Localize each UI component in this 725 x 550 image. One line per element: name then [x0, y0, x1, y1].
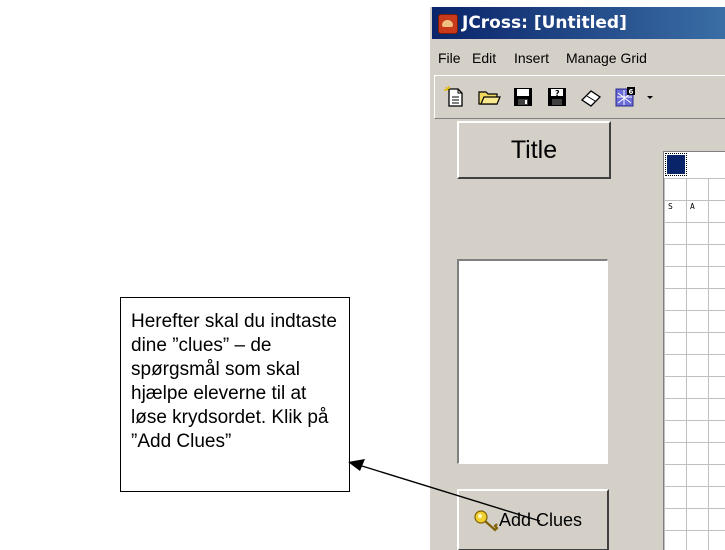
menu-manage-grid[interactable]: Manage Grid — [566, 50, 647, 66]
jcross-window: JCross: [Untitled] File Edit Insert Mana… — [430, 7, 725, 550]
window-title: JCross: [Untitled] — [462, 13, 627, 33]
open-folder-icon[interactable] — [477, 85, 501, 109]
app-icon[interactable] — [438, 14, 458, 34]
clue-text-box[interactable] — [457, 259, 608, 464]
overflow-icon — [647, 96, 653, 99]
selected-cell[interactable] — [665, 153, 687, 176]
svg-text:?: ? — [555, 89, 560, 98]
eraser-icon[interactable] — [579, 85, 603, 109]
annotation-callout: Herefter skal du indtaste dine ”clues” –… — [120, 297, 350, 492]
menu-insert[interactable]: Insert — [514, 50, 549, 66]
toolbar: ? 6 — [434, 75, 725, 119]
menu-edit[interactable]: Edit — [472, 50, 496, 66]
callout-line: spørgsmål som skal — [131, 359, 300, 380]
save-as-icon[interactable]: ? — [545, 85, 569, 109]
callout-line: dine ”clues” – de — [131, 335, 272, 356]
export-web-icon[interactable]: 6 — [613, 85, 637, 109]
add-clues-label: Add Clues — [499, 510, 583, 530]
save-icon[interactable] — [511, 85, 535, 109]
grid-lines — [664, 178, 725, 550]
menu-bar: File Edit Insert Manage Grid — [432, 39, 725, 73]
callout-line: Herefter skal du indtaste — [131, 311, 337, 332]
callout-line: hjælpe eleverne til at — [131, 383, 307, 404]
callout-line: løse krydsordet. Klik på — [131, 407, 329, 428]
grid-cell-letter[interactable]: S — [668, 202, 673, 211]
grid-cell-letter[interactable]: A — [690, 202, 695, 211]
svg-text:6: 6 — [629, 88, 634, 96]
menu-file[interactable]: File — [438, 50, 461, 66]
crossword-grid[interactable]: S A — [663, 151, 725, 550]
callout-line: ”Add Clues” — [131, 431, 232, 452]
title-button[interactable]: Title — [457, 121, 611, 179]
add-clues-button[interactable]: Add Clues — [457, 489, 609, 550]
new-file-icon[interactable] — [443, 85, 467, 109]
title-bar[interactable]: JCross: [Untitled] — [432, 7, 725, 39]
